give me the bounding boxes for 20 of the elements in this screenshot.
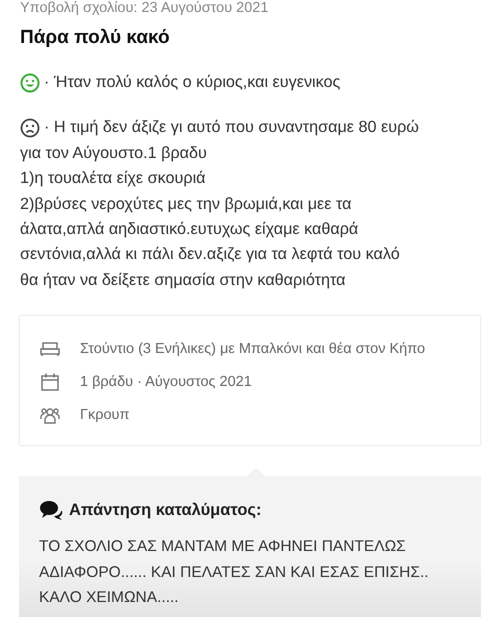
comment-line: 2)βρύσες νεροχύτες μες την βρωμιά,και μεε τα (20, 194, 353, 215)
traveler-type: Γκρουπ (80, 406, 130, 423)
comment-line: θα ήταν να δείξετε σημασία στην καθαριότητα (20, 270, 347, 291)
room-type: Στούντιο (3 Ενήλικες) με Μπαλκόνι και θέα στον Κήπο (80, 340, 426, 357)
stay-dates: 1 βράδυ · Αύγουστος 2021 (80, 374, 252, 390)
reply-heading: Απάντηση καταλύματος: (69, 500, 262, 520)
chat-bubbles-icon (39, 500, 63, 520)
calendar-icon (40, 372, 60, 392)
positive-comment: · Ήταν πολύ καλός ο κύριος,και ευγενικος (44, 72, 340, 93)
comment-line: σεντόνια,αλλά κι πάλι δεν.αξιζε για τα λεφτά του καλό (20, 244, 401, 266)
comment-line: για τον Αύγουστο.1 βραδυ (20, 142, 208, 164)
comment-line: 1)η τουαλέτα είχε σκουριά (20, 168, 207, 190)
submission-date: Υποβολή σχολίου: 23 Αυγούστου 2021 (20, 0, 270, 16)
bed-icon (40, 340, 60, 357)
reply-text: ΤΟ ΣΧΟΛΙΟ ΣΑΣ ΜΑΝΤΑΜ ΜΕ ΑΦΗΝΕΙ ΠΑΝΤΕΛΩΣ ΑΔΙΑΦΟΡΟ...... ΚΑΙ ΠΕΛΑΤΕΣ ΣΑΝ ΚΑΙ ΕΣΑΣ ΕΠΙΣΗΣ.. ΚΑΛΟ ΧΕΙΜΩΝΑ..... (39, 537, 430, 608)
sad-face-icon (20, 118, 40, 138)
negative-comment: · Η τιμή δεν άξιζε γι αυτό που συναντησαμε 80 ευρώ (44, 117, 419, 138)
smile-icon (20, 72, 40, 93)
review-title: Πάρα πολύ κακό (20, 26, 171, 50)
comment-line: άλατα,απλά αηδιαστικό.ευτυχως είχαμε καθαρά (20, 219, 360, 240)
